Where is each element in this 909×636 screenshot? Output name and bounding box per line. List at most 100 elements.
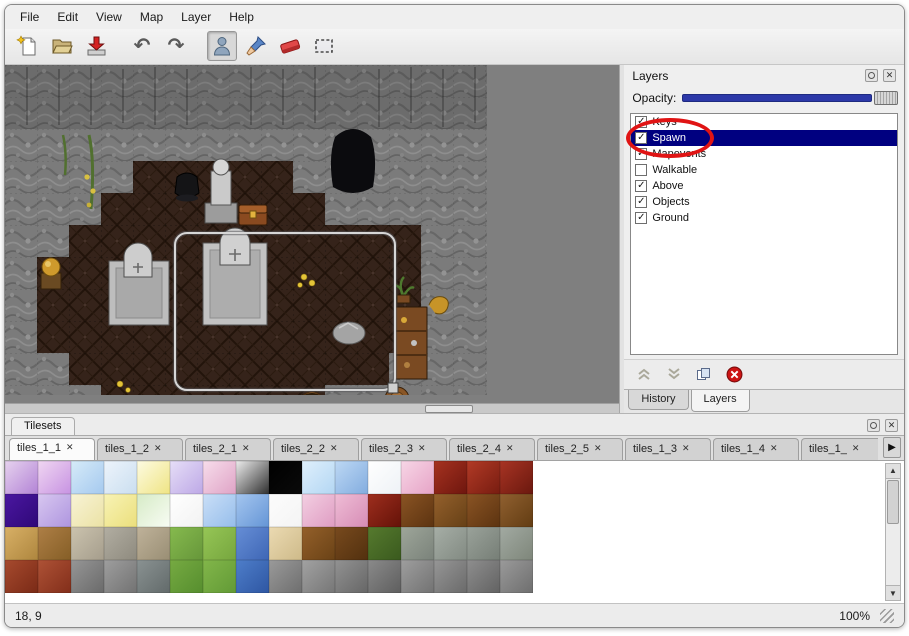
tile-swatch[interactable] xyxy=(104,527,137,560)
close-tab-icon[interactable]: ✕ xyxy=(418,444,426,453)
layer-visibility-checkbox[interactable]: ✓ xyxy=(635,180,647,192)
close-panel-button[interactable]: ✕ xyxy=(883,69,896,82)
tile-swatch[interactable] xyxy=(302,527,335,560)
layer-visibility-checkbox[interactable]: ✓ xyxy=(635,116,647,128)
tile-swatch[interactable] xyxy=(269,560,302,593)
tile-swatch[interactable] xyxy=(302,560,335,593)
tile-swatch[interactable] xyxy=(71,527,104,560)
tile-swatch[interactable] xyxy=(5,461,38,494)
tile-swatch[interactable] xyxy=(269,461,302,494)
tile-swatch[interactable] xyxy=(137,461,170,494)
tileset-tab-tiles_1_[interactable]: tiles_1_✕ xyxy=(801,438,878,460)
tile-swatch[interactable] xyxy=(203,560,236,593)
select-tool-button[interactable] xyxy=(309,31,339,61)
tile-swatch[interactable] xyxy=(401,461,434,494)
map-canvas[interactable] xyxy=(5,65,620,413)
tile-swatch[interactable] xyxy=(434,494,467,527)
tile-swatch[interactable] xyxy=(335,461,368,494)
tile-swatch[interactable] xyxy=(467,461,500,494)
tile-swatch[interactable] xyxy=(467,527,500,560)
tile-swatch[interactable] xyxy=(368,494,401,527)
tile-swatch[interactable] xyxy=(137,527,170,560)
tileset-tab-tiles_2_5[interactable]: tiles_2_5✕ xyxy=(537,438,623,460)
opacity-slider-handle[interactable] xyxy=(874,91,898,105)
layer-row-walkable[interactable]: Walkable xyxy=(631,162,897,178)
tile-swatch[interactable] xyxy=(104,461,137,494)
tile-swatch[interactable] xyxy=(335,527,368,560)
opacity-slider[interactable] xyxy=(682,91,898,105)
tile-swatch[interactable] xyxy=(368,527,401,560)
undo-button[interactable]: ↶ xyxy=(127,31,157,61)
tile-swatch[interactable] xyxy=(203,461,236,494)
tile-swatch[interactable] xyxy=(434,560,467,593)
tile-swatch[interactable] xyxy=(38,461,71,494)
tile-swatch[interactable] xyxy=(71,494,104,527)
save-button[interactable] xyxy=(81,31,111,61)
layer-visibility-checkbox[interactable]: ✓ xyxy=(635,132,647,144)
tab-history[interactable]: History xyxy=(628,390,688,410)
layer-visibility-checkbox[interactable] xyxy=(635,164,647,176)
tile-swatch[interactable] xyxy=(500,560,533,593)
tile-swatch[interactable] xyxy=(104,560,137,593)
tile-swatch[interactable] xyxy=(170,527,203,560)
tab-layers[interactable]: Layers xyxy=(691,390,750,412)
tile-swatch[interactable] xyxy=(335,494,368,527)
layer-visibility-checkbox[interactable]: ✓ xyxy=(635,148,647,160)
tile-swatch[interactable] xyxy=(236,560,269,593)
tile-swatch[interactable] xyxy=(500,494,533,527)
menu-layer[interactable]: Layer xyxy=(172,7,220,27)
tileset-tab-tiles_1_4[interactable]: tiles_1_4✕ xyxy=(713,438,799,460)
close-tab-icon[interactable]: ✕ xyxy=(66,443,74,452)
tile-swatch[interactable] xyxy=(170,560,203,593)
close-tab-icon[interactable]: ✕ xyxy=(330,444,338,453)
spawn-tool-button[interactable] xyxy=(207,31,237,61)
selection-resize-handle[interactable] xyxy=(388,383,398,393)
close-tab-icon[interactable]: ✕ xyxy=(770,444,778,453)
menu-help[interactable]: Help xyxy=(220,7,263,27)
menu-file[interactable]: File xyxy=(11,7,48,27)
tile-swatch[interactable] xyxy=(500,461,533,494)
layer-row-above[interactable]: ✓Above xyxy=(631,178,897,194)
menu-edit[interactable]: Edit xyxy=(48,7,87,27)
close-tab-icon[interactable]: ✕ xyxy=(506,444,514,453)
vertical-scrollbar-thumb[interactable] xyxy=(887,480,899,524)
tile-swatch[interactable] xyxy=(5,527,38,560)
scroll-up-button[interactable]: ▲ xyxy=(886,464,900,479)
tile-swatch[interactable] xyxy=(335,560,368,593)
menu-map[interactable]: Map xyxy=(131,7,172,27)
tile-swatch[interactable] xyxy=(5,560,38,593)
tile-swatch[interactable] xyxy=(38,494,71,527)
tile-swatch[interactable] xyxy=(38,560,71,593)
tile-swatch[interactable] xyxy=(368,560,401,593)
float-panel-button[interactable] xyxy=(865,69,878,82)
resize-grip[interactable] xyxy=(880,609,894,623)
tileset-tab-tiles_2_2[interactable]: tiles_2_2✕ xyxy=(273,438,359,460)
scroll-tabs-right-button[interactable]: ▶ xyxy=(883,437,901,458)
tileset-vertical-scrollbar[interactable]: ▲ ▼ xyxy=(885,463,901,602)
close-tilesets-button[interactable]: ✕ xyxy=(885,419,898,432)
tile-swatch[interactable] xyxy=(203,527,236,560)
eraser-tool-button[interactable] xyxy=(275,31,305,61)
layer-row-spawn[interactable]: ✓Spawn xyxy=(631,130,897,146)
map-horizontal-scrollbar[interactable] xyxy=(5,403,619,413)
tile-swatch[interactable] xyxy=(5,494,38,527)
tileset-tab-tiles_2_3[interactable]: tiles_2_3✕ xyxy=(361,438,447,460)
layer-row-objects[interactable]: ✓Objects xyxy=(631,194,897,210)
redo-button[interactable]: ↷ xyxy=(161,31,191,61)
tile-swatch[interactable] xyxy=(302,494,335,527)
tile-swatch[interactable] xyxy=(401,527,434,560)
tileset-tab-tiles_1_2[interactable]: tiles_1_2✕ xyxy=(97,438,183,460)
layer-row-ground[interactable]: ✓Ground xyxy=(631,210,897,226)
tile-swatch[interactable] xyxy=(368,461,401,494)
scroll-down-button[interactable]: ▼ xyxy=(886,585,900,600)
lower-layer-button[interactable] xyxy=(666,367,682,381)
tile-swatch[interactable] xyxy=(137,560,170,593)
tile-swatch[interactable] xyxy=(203,494,236,527)
tileset-tab-tiles_2_1[interactable]: tiles_2_1✕ xyxy=(185,438,271,460)
horizontal-scrollbar-thumb[interactable] xyxy=(425,405,473,413)
tile-swatch[interactable] xyxy=(401,560,434,593)
tile-swatch[interactable] xyxy=(269,527,302,560)
tile-swatch[interactable] xyxy=(467,494,500,527)
tileset-tab-tiles_1_1[interactable]: tiles_1_1✕ xyxy=(9,438,95,460)
tile-swatch[interactable] xyxy=(401,494,434,527)
